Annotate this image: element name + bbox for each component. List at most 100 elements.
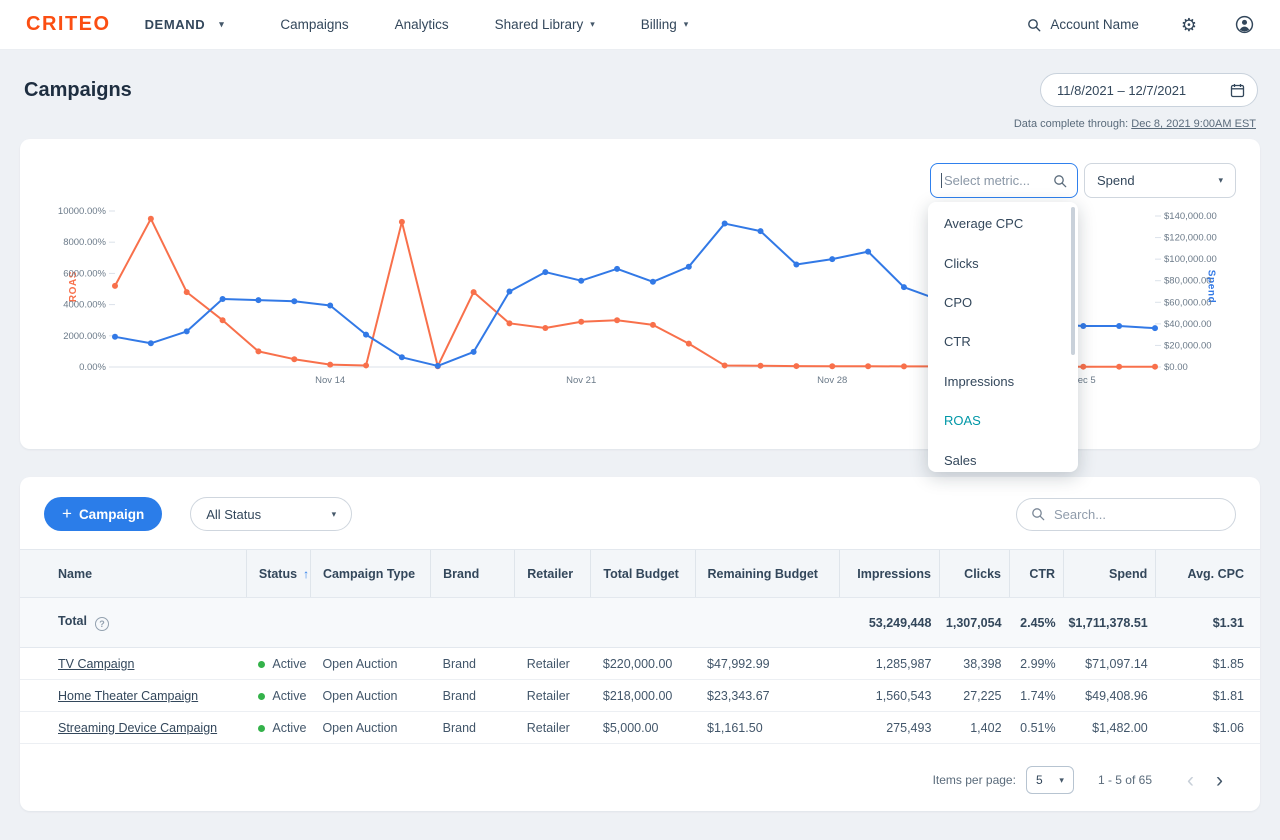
metric-option-sales[interactable]: Sales bbox=[928, 440, 1078, 472]
column-header-spend[interactable]: Spend bbox=[1064, 550, 1156, 598]
svg-text:$40,000.00: $40,000.00 bbox=[1164, 319, 1212, 330]
data-complete-prefix: Data complete through: bbox=[1014, 118, 1128, 130]
svg-text:$80,000.00: $80,000.00 bbox=[1164, 276, 1212, 287]
status-label: Active bbox=[272, 657, 306, 671]
status-active-dot bbox=[258, 661, 265, 668]
gear-icon[interactable]: ⚙ bbox=[1181, 16, 1197, 34]
metric-picker-placeholder: Select metric... bbox=[944, 173, 1053, 188]
column-header-name[interactable]: Name bbox=[20, 550, 246, 598]
items-per-page-select[interactable]: 5 ▾ bbox=[1026, 766, 1074, 794]
add-campaign-button[interactable]: + Campaign bbox=[44, 497, 162, 531]
calendar-icon bbox=[1230, 83, 1245, 98]
main-nav: CampaignsAnalyticsShared Library▾Billing… bbox=[280, 17, 688, 32]
account-search[interactable]: Account Name bbox=[1027, 17, 1139, 32]
table-header-row: Name Status↑ Campaign Type BrandRetailerTot… bbox=[20, 550, 1260, 598]
items-per-page-value: 5 bbox=[1036, 773, 1043, 787]
page-title: Campaigns bbox=[24, 79, 132, 102]
nav-item-label: Campaigns bbox=[280, 17, 348, 32]
column-header-retailer[interactable]: Retailer bbox=[515, 550, 591, 598]
svg-text:Nov 14: Nov 14 bbox=[315, 375, 345, 386]
column-header-label: Campaign Type bbox=[323, 567, 415, 581]
nav-item-campaigns[interactable]: Campaigns bbox=[280, 17, 348, 32]
campaign-name-link[interactable]: TV Campaign bbox=[58, 657, 134, 671]
column-header-brand[interactable]: Brand bbox=[431, 550, 515, 598]
demand-section-switcher[interactable]: DEMAND ▾ bbox=[145, 17, 225, 32]
column-header-label: Impressions bbox=[857, 567, 931, 581]
svg-text:0.00%: 0.00% bbox=[79, 362, 106, 373]
chevron-down-icon: ▾ bbox=[590, 19, 595, 30]
next-page-button[interactable]: › bbox=[1205, 770, 1234, 791]
chevron-down-icon: ▾ bbox=[332, 509, 337, 520]
column-header-status[interactable]: Status↑ bbox=[246, 550, 310, 598]
svg-text:$0.00: $0.00 bbox=[1164, 362, 1188, 373]
status-label: Active bbox=[272, 721, 306, 735]
section-label: DEMAND bbox=[145, 17, 206, 32]
column-header-clicks[interactable]: Clicks bbox=[939, 550, 1009, 598]
table-toolbar: + Campaign All Status ▾ bbox=[20, 477, 1260, 531]
nav-item-label: Shared Library bbox=[495, 17, 584, 32]
total-label: Total bbox=[58, 614, 87, 628]
topbar-right: Account Name ⚙ bbox=[1027, 15, 1254, 34]
svg-text:4000.00%: 4000.00% bbox=[63, 300, 106, 311]
search-icon bbox=[1027, 18, 1041, 32]
column-header-total-budget[interactable]: Total Budget bbox=[591, 550, 695, 598]
account-name-label: Account Name bbox=[1050, 17, 1139, 32]
campaign-name-link[interactable]: Streaming Device Campaign bbox=[58, 721, 217, 735]
svg-text:$20,000.00: $20,000.00 bbox=[1164, 340, 1212, 351]
metric-option-cpo[interactable]: CPO bbox=[928, 283, 1078, 322]
svg-text:10000.00%: 10000.00% bbox=[58, 206, 107, 217]
data-complete-link[interactable]: Dec 8, 2021 9:00AM EST bbox=[1131, 118, 1256, 130]
page-header: Campaigns 11/8/2021 – 12/7/2021 bbox=[0, 50, 1280, 110]
nav-item-shared-library[interactable]: Shared Library ▾ bbox=[495, 17, 595, 32]
add-campaign-label: Campaign bbox=[79, 507, 144, 522]
text-cursor bbox=[941, 173, 942, 188]
column-header-label: Name bbox=[58, 567, 92, 581]
right-metric-select[interactable]: Spend ▾ bbox=[1084, 163, 1236, 198]
criteo-logo[interactable]: CRITEO bbox=[26, 13, 111, 36]
campaigns-table-card: + Campaign All Status ▾ Name Status↑ Campa… bbox=[20, 477, 1260, 811]
metric-controls: Select metric... Spend ▾ bbox=[930, 163, 1236, 198]
nav-item-billing[interactable]: Billing▾ bbox=[641, 17, 689, 32]
column-header-ctr[interactable]: CTR bbox=[1010, 550, 1064, 598]
campaigns-tbody: Total?53,249,4481,307,0542.45%$1,711,378… bbox=[20, 598, 1260, 744]
previous-page-button[interactable]: ‹ bbox=[1176, 770, 1205, 791]
column-header-label: Avg. CPC bbox=[1188, 567, 1245, 581]
metric-picker-input[interactable]: Select metric... bbox=[930, 163, 1078, 198]
right-metric-value: Spend bbox=[1097, 173, 1135, 188]
status-active-dot bbox=[258, 693, 265, 700]
table-total-row: Total?53,249,4481,307,0542.45%$1,711,378… bbox=[20, 598, 1260, 648]
search-icon bbox=[1053, 174, 1067, 188]
user-avatar-icon[interactable] bbox=[1235, 15, 1254, 34]
date-range-picker[interactable]: 11/8/2021 – 12/7/2021 bbox=[1040, 73, 1258, 107]
search-input[interactable] bbox=[1054, 507, 1230, 522]
search-icon bbox=[1031, 507, 1045, 521]
status-filter-select[interactable]: All Status ▾ bbox=[190, 497, 352, 531]
data-complete-note: Data complete through: Dec 8, 2021 9:00A… bbox=[0, 110, 1280, 130]
chevron-down-icon: ▾ bbox=[219, 19, 224, 30]
metric-option-ctr[interactable]: CTR bbox=[928, 322, 1078, 361]
status-label: Active bbox=[272, 689, 306, 703]
dropdown-scrollbar[interactable] bbox=[1071, 207, 1075, 355]
column-header-campaign-type[interactable]: Campaign Type bbox=[310, 550, 430, 598]
chevron-down-icon: ▾ bbox=[1059, 775, 1064, 786]
campaign-row: Streaming Device CampaignActiveOpen Auct… bbox=[20, 712, 1260, 744]
column-header-remaining-budget[interactable]: Remaining Budget bbox=[695, 550, 839, 598]
svg-text:8000.00%: 8000.00% bbox=[63, 237, 106, 248]
chevron-down-icon: ▾ bbox=[1218, 175, 1223, 186]
chevron-down-icon: ▾ bbox=[684, 19, 689, 30]
table-search bbox=[1016, 498, 1236, 531]
column-header-avg-cpc[interactable]: Avg. CPC bbox=[1156, 550, 1260, 598]
help-icon[interactable]: ? bbox=[95, 617, 109, 631]
column-header-label: Remaining Budget bbox=[708, 567, 818, 581]
campaign-name-link[interactable]: Home Theater Campaign bbox=[58, 689, 198, 703]
nav-item-analytics[interactable]: Analytics bbox=[395, 17, 449, 32]
metric-option-average-cpc[interactable]: Average CPC bbox=[928, 204, 1078, 243]
plus-icon: + bbox=[62, 504, 72, 524]
status-active-dot bbox=[258, 725, 265, 732]
column-header-impressions[interactable]: Impressions bbox=[839, 550, 939, 598]
metric-option-roas[interactable]: ROAS bbox=[928, 401, 1078, 440]
column-header-label: CTR bbox=[1029, 567, 1055, 581]
svg-text:Nov 21: Nov 21 bbox=[566, 375, 596, 386]
metric-option-impressions[interactable]: Impressions bbox=[928, 362, 1078, 401]
metric-option-clicks[interactable]: Clicks bbox=[928, 243, 1078, 282]
